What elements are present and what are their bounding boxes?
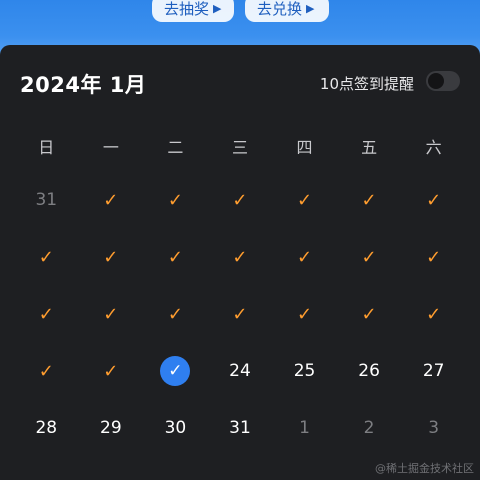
checkmark-icon: ✓ (361, 246, 377, 268)
checkmark-icon: ✓ (426, 246, 442, 268)
checkmark-icon: ✓ (167, 189, 183, 211)
calendar-day[interactable]: ✓ (143, 294, 208, 334)
calendar-day[interactable]: ✓ (337, 237, 402, 277)
checkmark-icon: ✓ (296, 246, 313, 268)
calendar-day[interactable]: ✓ (272, 294, 337, 334)
checkmark-icon: ✓ (232, 303, 248, 325)
day-number: 27 (422, 361, 445, 381)
reminder-toggle[interactable] (426, 71, 460, 91)
weekday-label: 五 (361, 138, 378, 157)
calendar-week-row: ✓ ✓ ✓ 24 25 26 27 (14, 351, 466, 391)
checkmark-icon: ✓ (103, 303, 119, 325)
day-number: 1 (299, 418, 310, 438)
checkmark-icon: ✓ (103, 360, 119, 382)
checkmark-icon: ✓ (296, 303, 313, 325)
checkmark-icon: ✓ (232, 246, 248, 268)
calendar-day[interactable]: ✓ (337, 180, 402, 220)
calendar-day[interactable]: ✓ (401, 294, 466, 334)
checkmark-icon: ✓ (103, 246, 119, 268)
exchange-button[interactable]: 去兑换 ▶ (245, 0, 329, 22)
weekday-label: 六 (425, 138, 442, 157)
weekday-label: 四 (296, 138, 313, 157)
checkmark-icon: ✓ (426, 303, 442, 325)
calendar-week-row: 28 29 30 31 1 2 3 (14, 408, 466, 448)
calendar-day[interactable]: ✓ (401, 237, 466, 277)
calendar-day[interactable]: 26 (337, 351, 402, 391)
calendar-day[interactable]: ✓ (208, 294, 273, 334)
calendar-day[interactable]: ✓ (208, 180, 273, 220)
lottery-button[interactable]: 去抽奖 ▶ (152, 0, 234, 22)
calendar-day[interactable]: ✓ (272, 180, 337, 220)
weekday-header: 日 一 二 三 四 五 六 (14, 134, 466, 158)
checkmark-icon: ✓ (38, 246, 54, 268)
calendar-day[interactable]: ✓ (208, 237, 273, 277)
reminder-label: 10点签到提醒 (319, 75, 414, 93)
checkmark-icon: ✓ (167, 303, 183, 325)
calendar-day[interactable]: ✓ (337, 294, 402, 334)
checkmark-icon: ✓ (38, 303, 54, 325)
calendar-day[interactable]: ✓ (79, 180, 144, 220)
calendar-day[interactable]: 31 (208, 408, 273, 448)
checkmark-icon: ✓ (361, 189, 377, 211)
calendar-day[interactable]: ✓ (401, 180, 466, 220)
checkmark-icon: ✓ (426, 189, 442, 211)
checkmark-icon: ✓ (103, 189, 119, 211)
weekday-label: 二 (167, 138, 184, 157)
triangle-right-icon: ▶ (213, 1, 222, 15)
checkmark-icon: ✓ (361, 303, 377, 325)
exchange-label: 去兑换 (257, 0, 303, 18)
checkmark-icon: ✓ (38, 360, 54, 382)
watermark: @稀土掘金技术社区 (375, 462, 474, 475)
day-number: 26 (358, 361, 380, 381)
calendar-day[interactable]: ✓ (79, 294, 144, 334)
calendar-day[interactable]: 1 (272, 408, 337, 448)
day-number: 2 (363, 418, 375, 438)
calendar-day[interactable]: ✓ (14, 294, 79, 334)
calendar-day[interactable]: 2 (337, 408, 402, 448)
calendar-day[interactable]: ✓ (272, 237, 337, 277)
day-number: 25 (293, 361, 316, 381)
calendar-day[interactable]: ✓ (79, 351, 144, 391)
calendar-day[interactable]: 29 (79, 408, 144, 448)
day-number: 31 (229, 418, 251, 438)
calendar-panel: 2024年 1月 10点签到提醒 日 一 二 三 四 五 六 31 ✓ ✓ ✓ ✓ ✓ ✓ ✓… (0, 45, 480, 480)
weekday-label: 一 (102, 138, 119, 157)
day-number: 29 (100, 418, 122, 438)
triangle-right-icon: ▶ (306, 1, 315, 15)
calendar-week-row: ✓ ✓ ✓ ✓ ✓ ✓ ✓ (14, 294, 466, 334)
checkmark-icon: ✓ (167, 246, 183, 268)
calendar-day[interactable]: ✓ (14, 237, 79, 277)
weekday-label: 日 (38, 138, 55, 157)
calendar-day[interactable]: 24 (208, 351, 273, 391)
calendar-week-row: 31 ✓ ✓ ✓ ✓ ✓ ✓ (14, 180, 466, 220)
checkmark-icon: ✓ (296, 189, 313, 211)
today-checkmark-icon: ✓ (160, 356, 191, 386)
lottery-label: 去抽奖 (164, 0, 210, 18)
calendar-day[interactable]: ✓ (79, 237, 144, 277)
calendar-day[interactable]: 27 (401, 351, 466, 391)
month-title: 2024年 1月 (20, 73, 147, 97)
day-number: 3 (428, 418, 440, 438)
calendar-week-row: ✓ ✓ ✓ ✓ ✓ ✓ ✓ (14, 237, 466, 277)
day-number: 31 (35, 190, 58, 210)
day-number: 30 (164, 418, 187, 438)
calendar-day[interactable]: ✓ (143, 351, 208, 391)
weekday-label: 三 (231, 138, 248, 157)
calendar-day[interactable]: 30 (143, 408, 208, 448)
calendar-day[interactable]: 28 (14, 408, 79, 448)
checkmark-icon: ✓ (232, 189, 248, 211)
calendar-day[interactable]: 3 (401, 408, 466, 448)
day-number: 28 (35, 418, 58, 438)
calendar-day[interactable]: 25 (272, 351, 337, 391)
toggle-knob (428, 73, 444, 89)
calendar-day[interactable]: ✓ (143, 180, 208, 220)
day-number: 24 (229, 361, 251, 381)
calendar-day[interactable]: ✓ (14, 351, 79, 391)
calendar-day[interactable]: ✓ (143, 237, 208, 277)
calendar-day[interactable]: 31 (14, 180, 79, 220)
